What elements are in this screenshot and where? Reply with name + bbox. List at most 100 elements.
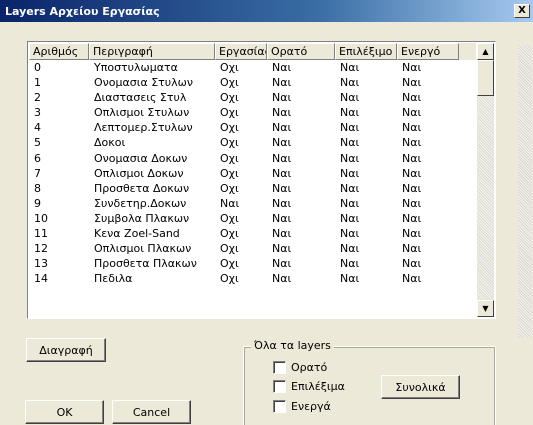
- column-header-number[interactable]: Αριθμός: [29, 43, 89, 60]
- cell-description: Λεπτομερ.Στυλων: [94, 121, 193, 135]
- table-row[interactable]: 12 Οπλισμοι Πλακων Οχι Ναι Ναι Ναι: [29, 241, 476, 256]
- table-row[interactable]: 9 Συνδετηρ.Δοκων Ναι Ναι Ναι Ναι: [29, 196, 476, 211]
- scroll-thumb[interactable]: [477, 60, 494, 96]
- table-row[interactable]: 3 Οπλισμοι Στυλων Οχι Ναι Ναι Ναι: [29, 105, 476, 120]
- cell-selectable: Ναι: [340, 61, 360, 74]
- cell-description: Προσθετα Πλακων: [94, 257, 197, 271]
- cell-selectable: Ναι: [340, 181, 360, 195]
- table-row[interactable]: 0 Υποστυλωματα Οχι Ναι Ναι Ναι: [29, 60, 476, 75]
- table-row[interactable]: 2 Διαστασεις Στυλ Οχι Ναι Ναι Ναι: [29, 90, 476, 105]
- table-row[interactable]: 1 Ονομασια Στυλων Οχι Ναι Ναι Ναι: [29, 75, 476, 90]
- column-header-description[interactable]: Περιγραφή: [89, 43, 215, 60]
- visible-checkbox-row[interactable]: Ορατό: [273, 361, 327, 374]
- close-button[interactable]: X: [514, 4, 530, 18]
- selectable-checkbox-row[interactable]: Επιλέξιμα: [273, 380, 345, 393]
- ok-button[interactable]: OK: [25, 400, 104, 424]
- cell-visible: Ναι: [272, 121, 292, 135]
- cell-work: Οχι: [220, 166, 239, 180]
- table-row[interactable]: 6 Ονομασια Δοκων Οχι Ναι Ναι Ναι: [29, 151, 476, 166]
- cell-description: Οπλισμοι Πλακων: [94, 242, 192, 256]
- cell-visible: Ναι: [272, 181, 292, 195]
- cell-active: Ναι: [402, 136, 422, 150]
- cell-number: 13: [34, 257, 48, 271]
- layers-table[interactable]: Αριθμός Περιγραφή Εργασίας Ορατό Επιλέξι…: [27, 41, 496, 319]
- cell-number: 9: [34, 196, 41, 210]
- table-row[interactable]: 4 Λεπτομερ.Στυλων Οχι Ναι Ναι Ναι: [29, 120, 476, 135]
- cell-description: Οπλισμοι Στυλων: [94, 106, 190, 120]
- vertical-scrollbar[interactable]: ▲ ▼: [477, 43, 494, 317]
- column-header-visible[interactable]: Ορατό: [267, 43, 335, 60]
- cell-active: Ναι: [402, 257, 422, 271]
- cell-visible: Ναι: [272, 166, 292, 180]
- table-header: Αριθμός Περιγραφή Εργασίας Ορατό Επιλέξι…: [29, 43, 476, 60]
- cell-selectable: Ναι: [340, 136, 360, 150]
- cell-active: Ναι: [402, 211, 422, 225]
- visible-checkbox-label: Ορατό: [291, 361, 328, 374]
- cell-active: Ναι: [402, 121, 422, 135]
- cell-active: Ναι: [402, 61, 422, 74]
- cell-work: Οχι: [220, 121, 239, 135]
- title-bar: Layers Αρχείου Εργασίας X: [0, 0, 533, 22]
- table-row[interactable]: 5 Δοκοι Οχι Ναι Ναι Ναι: [29, 135, 476, 150]
- cell-active: Ναι: [402, 272, 422, 286]
- cell-description: Ονομασια Στυλων: [94, 76, 194, 90]
- cell-selectable: Ναι: [340, 211, 360, 225]
- cell-description: Συνδετηρ.Δοκων: [94, 196, 187, 210]
- column-header-work[interactable]: Εργασίας: [215, 43, 267, 60]
- cell-description: Διαστασεις Στυλ: [94, 91, 187, 105]
- table-row[interactable]: 11 Κενα Zoel-Sand Οχι Ναι Ναι Ναι: [29, 226, 476, 241]
- cell-visible: Ναι: [272, 272, 292, 286]
- cell-active: Ναι: [402, 151, 422, 165]
- cell-description: Προσθετα Δοκων: [94, 181, 190, 195]
- cell-number: 11: [34, 227, 48, 241]
- scroll-up-button[interactable]: ▲: [477, 43, 494, 60]
- column-header-selectable[interactable]: Επιλέξιμο: [335, 43, 397, 60]
- cancel-button[interactable]: Cancel: [112, 400, 191, 424]
- cell-work: Οχι: [220, 211, 239, 225]
- cell-selectable: Ναι: [340, 121, 360, 135]
- cell-work: Οχι: [220, 181, 239, 195]
- cell-selectable: Ναι: [340, 76, 360, 90]
- column-header-active[interactable]: Ενεργό: [397, 43, 459, 60]
- cell-active: Ναι: [402, 196, 422, 210]
- cell-selectable: Ναι: [340, 151, 360, 165]
- cell-work: Οχι: [220, 257, 239, 271]
- cell-selectable: Ναι: [340, 91, 360, 105]
- cell-visible: Ναι: [272, 76, 292, 90]
- cell-selectable: Ναι: [340, 272, 360, 286]
- cell-selectable: Ναι: [340, 242, 360, 256]
- cell-work: Οχι: [220, 76, 239, 90]
- resize-grip[interactable]: [518, 45, 532, 338]
- active-checkbox-row[interactable]: Ενεργά: [273, 400, 331, 413]
- delete-button[interactable]: Διαγραφή: [26, 338, 106, 362]
- close-icon: X: [518, 5, 526, 16]
- table-row[interactable]: 8 Προσθετα Δοκων Οχι Ναι Ναι Ναι: [29, 181, 476, 196]
- arrow-up-icon: ▲: [482, 47, 489, 56]
- cell-number: 14: [34, 272, 48, 286]
- cell-description: Συμβολα Πλακων: [94, 211, 190, 225]
- cell-description: Οπλισμοι Δοκων: [94, 166, 184, 180]
- active-checkbox[interactable]: [273, 400, 286, 413]
- total-button[interactable]: Συνολικά: [381, 375, 460, 399]
- cell-active: Ναι: [402, 91, 422, 105]
- visible-checkbox[interactable]: [273, 361, 286, 374]
- cell-description: Κενα Zoel-Sand: [94, 227, 180, 241]
- table-row[interactable]: 14 Πεδιλα Οχι Ναι Ναι Ναι: [29, 271, 476, 286]
- cell-selectable: Ναι: [340, 166, 360, 180]
- table-row[interactable]: 13 Προσθετα Πλακων Οχι Ναι Ναι Ναι: [29, 256, 476, 271]
- table-row[interactable]: 7 Οπλισμοι Δοκων Οχι Ναι Ναι Ναι: [29, 166, 476, 181]
- cell-active: Ναι: [402, 227, 422, 241]
- selectable-checkbox[interactable]: [273, 380, 286, 393]
- cell-selectable: Ναι: [340, 196, 360, 210]
- cell-visible: Ναι: [272, 242, 292, 256]
- cell-work: Ναι: [220, 196, 240, 210]
- cell-description: Δοκοι: [94, 136, 126, 150]
- cell-selectable: Ναι: [340, 227, 360, 241]
- cell-number: 2: [34, 91, 41, 105]
- cell-visible: Ναι: [272, 136, 292, 150]
- active-checkbox-label: Ενεργά: [291, 400, 331, 413]
- table-row[interactable]: 10 Συμβολα Πλακων Οχι Ναι Ναι Ναι: [29, 211, 476, 226]
- dialog-body: Αριθμός Περιγραφή Εργασίας Ορατό Επιλέξι…: [0, 22, 533, 425]
- arrow-down-icon: ▼: [482, 304, 489, 313]
- scroll-down-button[interactable]: ▼: [477, 300, 494, 317]
